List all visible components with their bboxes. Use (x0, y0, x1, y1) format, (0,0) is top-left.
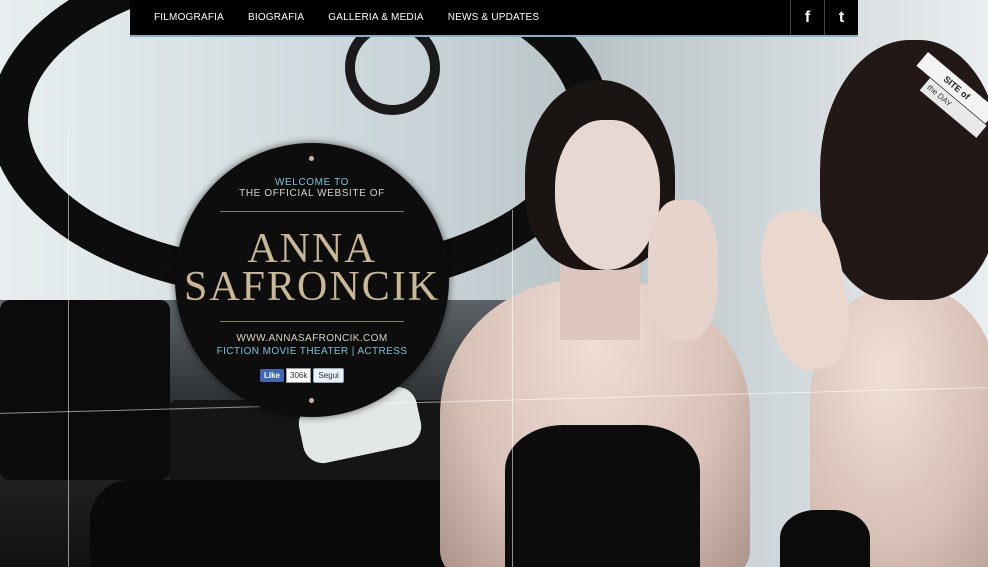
social-links: f t (790, 0, 858, 37)
mirror-seam (68, 130, 69, 567)
divider (220, 211, 404, 212)
intro-badge: WELCOME TO THE OFFICIAL WEBSITE OF ANNA … (175, 143, 449, 417)
twitter-follow-button[interactable]: Segui (313, 368, 344, 383)
social-widgets: Like 306k Segui (260, 368, 344, 383)
actress-first-name: ANNA (247, 226, 377, 272)
facebook-like-button[interactable]: Like (260, 369, 285, 382)
background-photo (0, 0, 988, 567)
nav-item-filmografia[interactable]: FILMOGRAFIA (154, 12, 224, 23)
actress-last-name: SAFRONCIK (183, 264, 441, 310)
divider (220, 321, 404, 322)
welcome-subtitle: THE OFFICIAL WEBSITE OF (239, 188, 385, 199)
main-navigation: FILMOGRAFIA BIOGRAFIA GALLERIA & MEDIA N… (130, 0, 790, 37)
nav-item-news-updates[interactable]: NEWS & UPDATES (448, 12, 540, 23)
actress-role: FICTION MOVIE THEATER | ACTRESS (216, 346, 408, 357)
welcome-text: WELCOME TO (275, 177, 349, 188)
twitter-icon[interactable]: t (824, 0, 858, 35)
nav-item-biografia[interactable]: BIOGRAFIA (248, 12, 304, 23)
decor-dot (309, 156, 314, 161)
facebook-icon[interactable]: f (790, 0, 824, 35)
velvet-sofa (0, 300, 170, 480)
nav-item-galleria-media[interactable]: GALLERIA & MEDIA (328, 12, 423, 23)
website-url[interactable]: WWW.ANNASAFRONCIK.COM (175, 333, 449, 344)
like-count: 306k (286, 368, 312, 383)
mirror-seam (512, 210, 513, 567)
actress-portrait (430, 80, 760, 567)
decor-dot (309, 398, 314, 403)
